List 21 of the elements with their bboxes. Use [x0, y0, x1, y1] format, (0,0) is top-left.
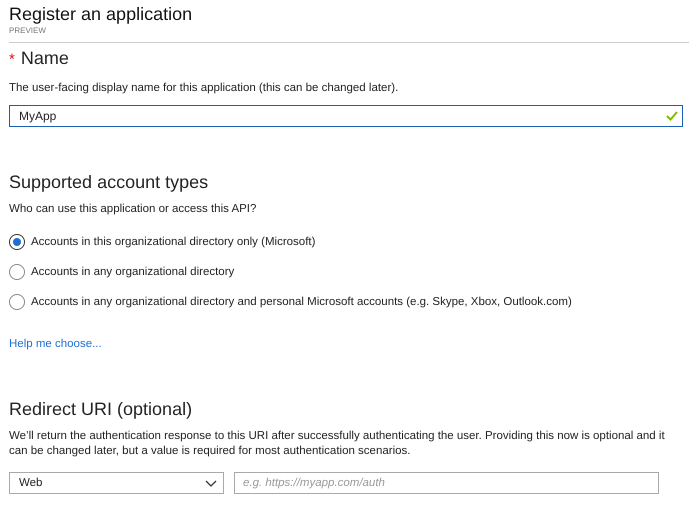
- required-mark: *: [9, 50, 15, 70]
- radio-button[interactable]: [9, 294, 25, 310]
- radio-button[interactable]: [9, 264, 25, 280]
- checkmark-icon: [666, 111, 678, 121]
- name-field[interactable]: MyApp: [9, 105, 683, 127]
- radio-button[interactable]: [9, 234, 25, 250]
- redirect-uri-field[interactable]: e.g. https://myapp.com/auth: [234, 472, 659, 494]
- question-text: Who can use this application or access this API?: [9, 202, 258, 217]
- redirect-description: We’ll return the authentication response to this URI after successfully authenticating the user. Providing this now is optional and it can be changed later, but a value is required for most authentication scenarios.: [9, 429, 666, 459]
- field-description: The user-facing display name for this application (this can be changed later).: [9, 81, 400, 96]
- page-title: Register an application: [9, 3, 194, 25]
- radio-label[interactable]: Accounts in any organizational directory and personal Microsoft accounts (e.g. Skype, Xbox, Outlook.com): [31, 296, 572, 308]
- section-heading: Redirect URI (optional): [9, 398, 192, 420]
- radio-label[interactable]: Accounts in this organizational directory only (Microsoft): [31, 236, 316, 248]
- section-heading: Supported account types: [9, 171, 208, 193]
- preview-label: PREVIEW: [9, 26, 47, 36]
- radio-label[interactable]: Accounts in any organizational directory: [31, 266, 234, 278]
- chevron-down-icon: [205, 480, 217, 486]
- platform-dropdown[interactable]: Web: [9, 472, 224, 494]
- section-heading: Name: [20, 47, 69, 69]
- help-link[interactable]: Help me choose...: [9, 338, 102, 350]
